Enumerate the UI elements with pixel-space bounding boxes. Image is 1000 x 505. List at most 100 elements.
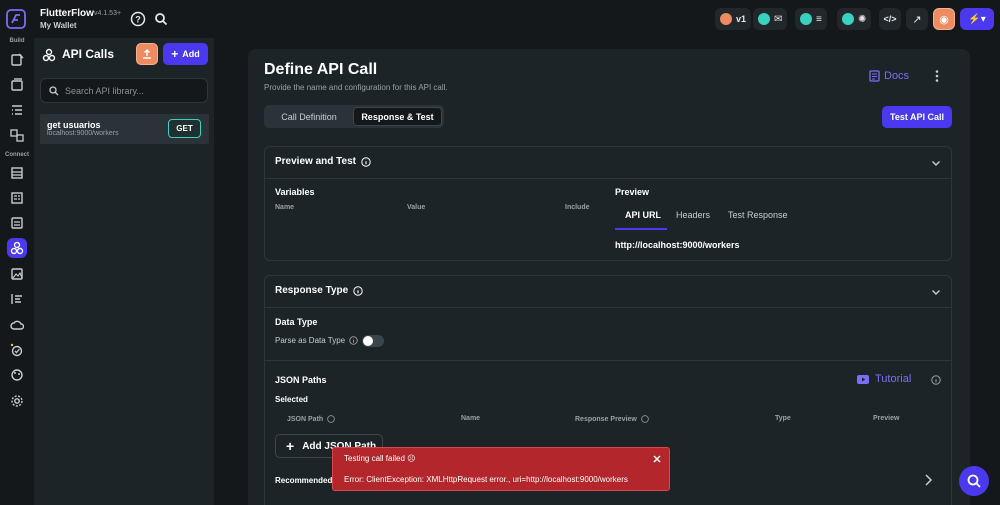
check-icon [842, 13, 854, 25]
column-name: Name [461, 415, 481, 422]
nav-rail: Build Connect [0, 38, 34, 505]
test-api-call-button[interactable]: Test API Call [882, 106, 952, 128]
chevron-down-icon[interactable] [931, 158, 941, 168]
lightning-icon: ⚡▾ [968, 13, 986, 25]
open-external-icon: ↗ [912, 13, 922, 26]
bug-icon: ✺ [858, 13, 867, 25]
tutorial-link[interactable]: Tutorial [857, 373, 911, 385]
api-call-name: get usuarios [47, 120, 101, 130]
code-button[interactable]: </> [879, 8, 901, 30]
divider [265, 360, 951, 361]
parse-as-data-type-row: Parse as Data Type [275, 336, 358, 345]
tab-response-test[interactable]: Response & Test [353, 107, 442, 126]
eye-icon: ◉ [939, 13, 949, 26]
check-icon [800, 13, 812, 25]
add-api-call-button[interactable]: + Add [163, 43, 208, 65]
youtube-icon [857, 374, 869, 384]
actions-pill[interactable]: ≡ [795, 8, 827, 30]
column-value: Value [407, 204, 426, 211]
column-json-path-label: JSON Path [287, 415, 324, 423]
api-calls-panel: API Calls + Add Search API library... ge… [34, 38, 214, 505]
search-icon [967, 474, 981, 488]
flutterflow-logo-icon[interactable] [6, 9, 26, 29]
preview-test-card: Preview and Test Variables Name Value In… [264, 146, 952, 261]
app-version: v4.1.53+ [94, 10, 122, 17]
tab-headers[interactable]: Headers [676, 210, 710, 220]
column-response-preview-label: Response Preview [575, 415, 637, 423]
flash-icon: ≡ [816, 13, 822, 25]
toast-title: Testing call failed ☹ [344, 454, 416, 463]
close-icon[interactable] [652, 454, 662, 464]
document-icon [869, 70, 880, 82]
version-pill[interactable]: v1 [715, 8, 752, 30]
divider [265, 307, 951, 308]
page-title: Define API Call [264, 61, 378, 78]
api-call-list-item[interactable]: get usuarios localhost:9000/workers GET [40, 114, 209, 144]
storyboard-icon[interactable] [7, 125, 27, 145]
custom-code-icon[interactable] [7, 289, 27, 309]
cloud-functions-icon[interactable] [7, 315, 27, 335]
column-type: Type [775, 415, 791, 422]
tab-test-response[interactable]: Test Response [728, 210, 788, 220]
api-call-url: localhost:9000/workers [47, 130, 119, 137]
tab-api-url[interactable]: API URL [625, 210, 661, 220]
json-paths-label: JSON Paths [275, 375, 327, 385]
project-name[interactable]: My Wallet [40, 21, 77, 30]
plus-icon: + [286, 438, 295, 454]
api-calls-icon[interactable] [7, 238, 27, 258]
toast-message: Error: ClientException: XMLHttpRequest e… [344, 475, 628, 484]
check-icon [758, 13, 770, 25]
run-button[interactable]: ⚡▾ [960, 8, 994, 30]
column-include: Include [565, 204, 590, 211]
app-state-icon[interactable] [7, 213, 27, 233]
theme-icon[interactable] [7, 365, 27, 385]
floating-search-button[interactable] [959, 466, 989, 496]
pages-icon[interactable] [7, 50, 27, 70]
share-button[interactable]: ↗ [906, 8, 928, 30]
comments-pill[interactable]: ✉ [753, 8, 788, 30]
preview-test-header[interactable]: Preview and Test [275, 156, 371, 167]
response-type-title: Response Type [275, 285, 349, 296]
firestore-icon[interactable] [7, 163, 27, 183]
definition-tabs: Call Definition Response & Test [264, 105, 444, 128]
data-types-icon[interactable] [7, 188, 27, 208]
widget-tree-icon[interactable] [7, 100, 27, 120]
active-tab-indicator [615, 228, 667, 230]
connect-label: Connect [5, 152, 29, 158]
tutorial-label: Tutorial [875, 373, 912, 385]
variables-label: Variables [275, 187, 315, 197]
tab-call-definition[interactable]: Call Definition [266, 107, 352, 126]
media-assets-icon[interactable] [7, 264, 27, 284]
add-button-label: Add [182, 49, 200, 59]
docs-link[interactable]: Docs [869, 70, 909, 82]
search-api-library-input[interactable]: Search API library... [40, 78, 208, 103]
plus-icon: + [171, 47, 179, 61]
app-title: FlutterFlow [40, 8, 94, 19]
data-type-label: Data Type [275, 317, 318, 327]
export-button[interactable] [136, 43, 158, 65]
info-icon[interactable] [931, 375, 941, 385]
column-json-path: JSON Path [287, 415, 335, 423]
components-icon[interactable] [7, 75, 27, 95]
page-subtitle: Provide the name and configuration for t… [264, 83, 448, 92]
version-label: v1 [736, 14, 747, 24]
preview-button[interactable]: ◉ [933, 8, 955, 30]
docs-label: Docs [884, 70, 910, 82]
tests-icon[interactable] [7, 340, 27, 360]
search-icon[interactable] [153, 11, 169, 27]
info-icon [641, 415, 649, 423]
debug-pill[interactable]: ✺ [837, 8, 872, 30]
more-vert-icon[interactable] [934, 69, 940, 83]
settings-icon[interactable] [7, 391, 27, 411]
upload-icon [143, 49, 151, 59]
preview-label: Preview [615, 187, 650, 197]
main-content: Define API Call Provide the name and con… [248, 49, 970, 505]
parse-data-type-toggle[interactable] [362, 335, 384, 347]
chevron-right-icon[interactable] [923, 473, 933, 487]
svg-text:?: ? [135, 15, 141, 25]
response-type-header[interactable]: Response Type [275, 285, 363, 296]
info-icon [353, 285, 363, 296]
help-icon[interactable]: ? [130, 11, 146, 27]
build-label: Build [9, 38, 25, 44]
chevron-down-icon[interactable] [931, 287, 941, 297]
